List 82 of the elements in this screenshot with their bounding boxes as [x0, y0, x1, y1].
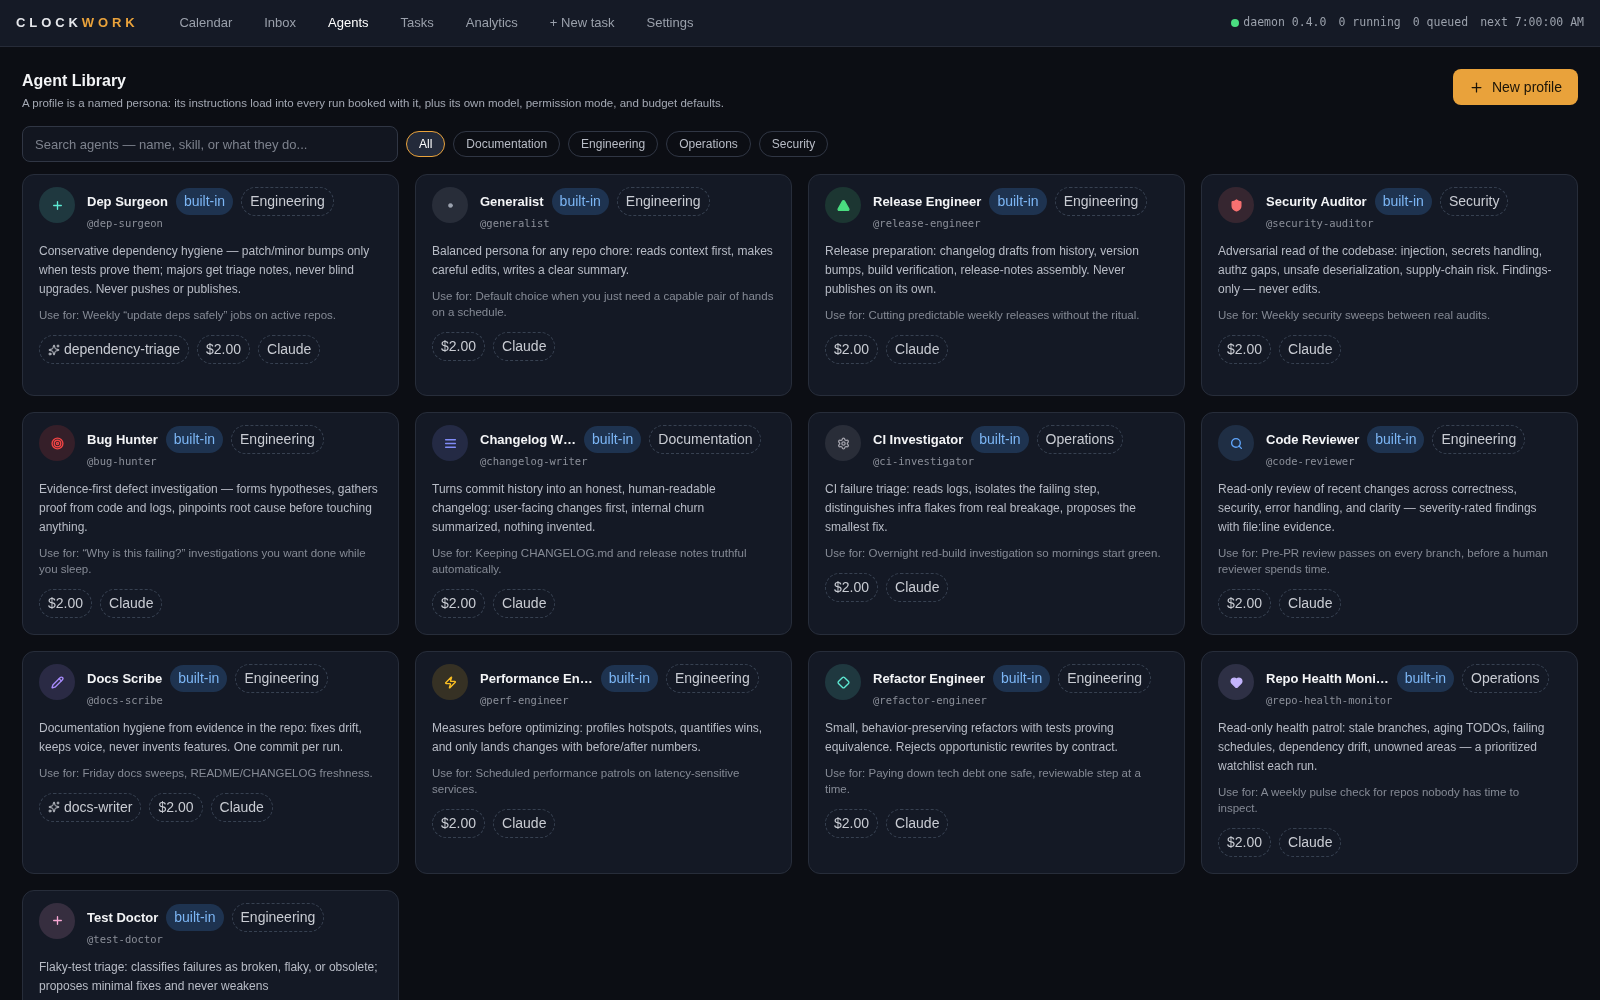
agent-handle: @changelog-writer [480, 454, 589, 470]
agent-description: Turns commit history into an honest, human-readable changelog: user-facing changes first, internal churn summarized, nothing invented. [432, 481, 717, 536]
nav-link[interactable]: Settings [637, 13, 703, 33]
agent-name: Dep Surgeon [87, 193, 168, 211]
use-for-text: Use for: Cutting predictable weekly releases without the ritual. [825, 308, 1141, 323]
agent-handle: @ci-investigator [873, 454, 976, 470]
agent-name: Code Reviewer [1266, 431, 1360, 449]
page-subtitle: A profile is a named persona: its instructions load into every run booked with it, plus its own model, permission mode, and budget defaults. [22, 96, 724, 111]
running-count: 0 running [1338, 14, 1401, 32]
agent-name: Refactor Engineer [873, 669, 985, 688]
agent-name: Test Doctor [87, 908, 159, 927]
agent-description: Read-only review of recent changes across correctness, security, error handling, and clarity — severity-rated findings with file:line evidence. [1218, 481, 1538, 536]
built-in-tag: built-in [1367, 426, 1425, 454]
agent-description: Adversarial read of the codebase: injection, secrets handling, authz gaps, unsafe deserialization, supply-chain risk. Findings-only — never edits. [1218, 243, 1553, 298]
use-for-text: Use for: Scheduled performance patrols on latency-sensitive services. [432, 765, 741, 797]
built-in-tag: built-in [1396, 665, 1455, 692]
agent-handle: @security-auditor [1266, 216, 1375, 232]
agent-name: Performance En… [480, 669, 593, 688]
agent-description: Small, behavior-preserving refactors with tests proving equivalence. Rejects opportunistic rewrites by contract. [825, 719, 1119, 756]
use-for-text: Use for: Paying down tech debt one safe, reviewable step at a time. [825, 765, 1142, 797]
agent-handle: @dep-surgeon [87, 216, 164, 232]
agent-handle: @refactor-engineer [873, 693, 988, 708]
built-in-tag: built-in [993, 665, 1051, 692]
built-in-tag: built-in [551, 188, 609, 216]
use-for-text: Use for: Friday docs sweeps, README/CHANGELOG freshness. [39, 765, 374, 781]
use-for-text: Use for: Weekly security sweeps between real audits. [1218, 308, 1492, 323]
nav-link[interactable]: Inbox [255, 13, 306, 33]
agent-description: CI failure triage: reads logs, isolates the failing step, distinguishes infra flakes from real breakage, proposes the smallest fix. [825, 481, 1137, 536]
nav-link[interactable]: + New task [540, 13, 624, 33]
agent-name: Docs Scribe [87, 669, 163, 688]
built-in-tag: built-in [170, 665, 228, 692]
agent-name: Changelog W… [480, 431, 577, 449]
agent-handle: @generalist [480, 216, 551, 232]
nav-link[interactable]: Tasks [391, 13, 443, 33]
use-for-text: Use for: Overnight red-build investigation so mornings start green. [825, 546, 1162, 561]
daemon-version: daemon 0.4.0 [1243, 14, 1327, 32]
agent-description: Measures before optimizing: profiles hotspots, quantifies wins, and only lands changes with before/after numbers. [432, 719, 764, 756]
built-in-tag: built-in [600, 665, 658, 692]
agent-handle: @perf-engineer [480, 693, 570, 708]
built-in-tag: built-in [175, 188, 234, 216]
nav-link[interactable]: Calendar [170, 13, 242, 33]
agent-description: Read-only health patrol: stale branches, aging TODOs, failing schedules, dependency drift, unowned areas — a prioritized watchlist each run. [1218, 719, 1546, 775]
page-title: Agent Library [22, 71, 127, 91]
agent-name: Release Engineer [873, 193, 982, 211]
agent-handle: @test-doctor [87, 931, 164, 947]
agent-description: Release preparation: changelog drafts from history, version bumps, build verification, release-notes assembly. Never publishes on its own. [825, 243, 1140, 298]
next-run-time: next 7:00:00 AM [1480, 14, 1584, 32]
agent-handle: @release-engineer [873, 216, 982, 232]
built-in-tag: built-in [584, 426, 642, 454]
agent-handle: @repo-health-monitor [1266, 693, 1394, 708]
nav-link[interactable]: Analytics [456, 13, 527, 33]
built-in-tag: built-in [1374, 188, 1432, 216]
nav-link[interactable]: Agents [319, 13, 378, 33]
agent-name: Bug Hunter [87, 431, 158, 449]
built-in-tag: built-in [971, 426, 1029, 454]
agent-card[interactable]: Test Doctor built-in Engineering @test-doctor Flaky-test triage: classifies failures as broken, flaky, or obsolete; proposes minimal fixes and never weakens [22, 889, 399, 1000]
brand-logo[interactable]: CLOCK WORK [16, 13, 139, 33]
agent-description: Flaky-test triage: classifies failures as broken, flaky, or obsolete; proposes minimal fixes and never weakens [39, 958, 379, 995]
agent-description: Evidence-first defect investigation — forms hypotheses, gathers proof from code and logs, pinpoints root cause before touching anything. [39, 481, 379, 536]
agent-name: CI Investigator [873, 431, 964, 449]
agent-description: Conservative dependency hygiene — patch/minor bumps only when tests prove them; majors get triage notes, never blind upgrades. Never pushes or publishes. [39, 243, 371, 298]
use-for-text: Use for: A weekly pulse check for repos nobody has time to inspect. [1218, 784, 1521, 816]
use-for-text: Use for: Pre-PR review passes on every branch, before a human reviewer spends time. [1218, 546, 1549, 577]
agent-name: Generalist [480, 193, 544, 211]
use-for-text: Use for: “Why is this failing?” investigations you want done while you sleep. [39, 546, 367, 577]
use-for-text: Use for: Default choice when you just need a capable pair of hands on a schedule. [432, 289, 775, 320]
agent-name: Repo Health Moni… [1266, 669, 1389, 688]
built-in-tag: built-in [989, 188, 1047, 216]
agent-description: Documentation hygiene from evidence in the repo: fixes drift, keeps voice, never invents features. One commit per run. [39, 719, 363, 756]
agent-handle: @code-reviewer [1266, 454, 1356, 470]
agent-name: Security Auditor [1266, 193, 1367, 211]
new-profile-button[interactable]: New profile [1452, 69, 1578, 105]
agent-handle: @docs-scribe [87, 693, 164, 708]
agent-handle: @bug-hunter [87, 454, 158, 470]
search-field[interactable]: Search agents — name, skill, or what they do... [22, 126, 398, 163]
built-in-tag: built-in [166, 903, 224, 931]
agent-description: Balanced persona for any repo chore: reads context first, makes careful edits, writes a clear summary. [432, 243, 774, 279]
built-in-tag: built-in [165, 426, 224, 454]
use-for-text: Use for: Keeping CHANGELOG.md and release notes truthful automatically. [432, 546, 748, 577]
queued-count: 0 queued [1412, 14, 1469, 32]
filter-chip[interactable]: All [406, 131, 446, 158]
use-for-text: Use for: Weekly “update deps safely” jobs on active repos. [39, 308, 338, 323]
